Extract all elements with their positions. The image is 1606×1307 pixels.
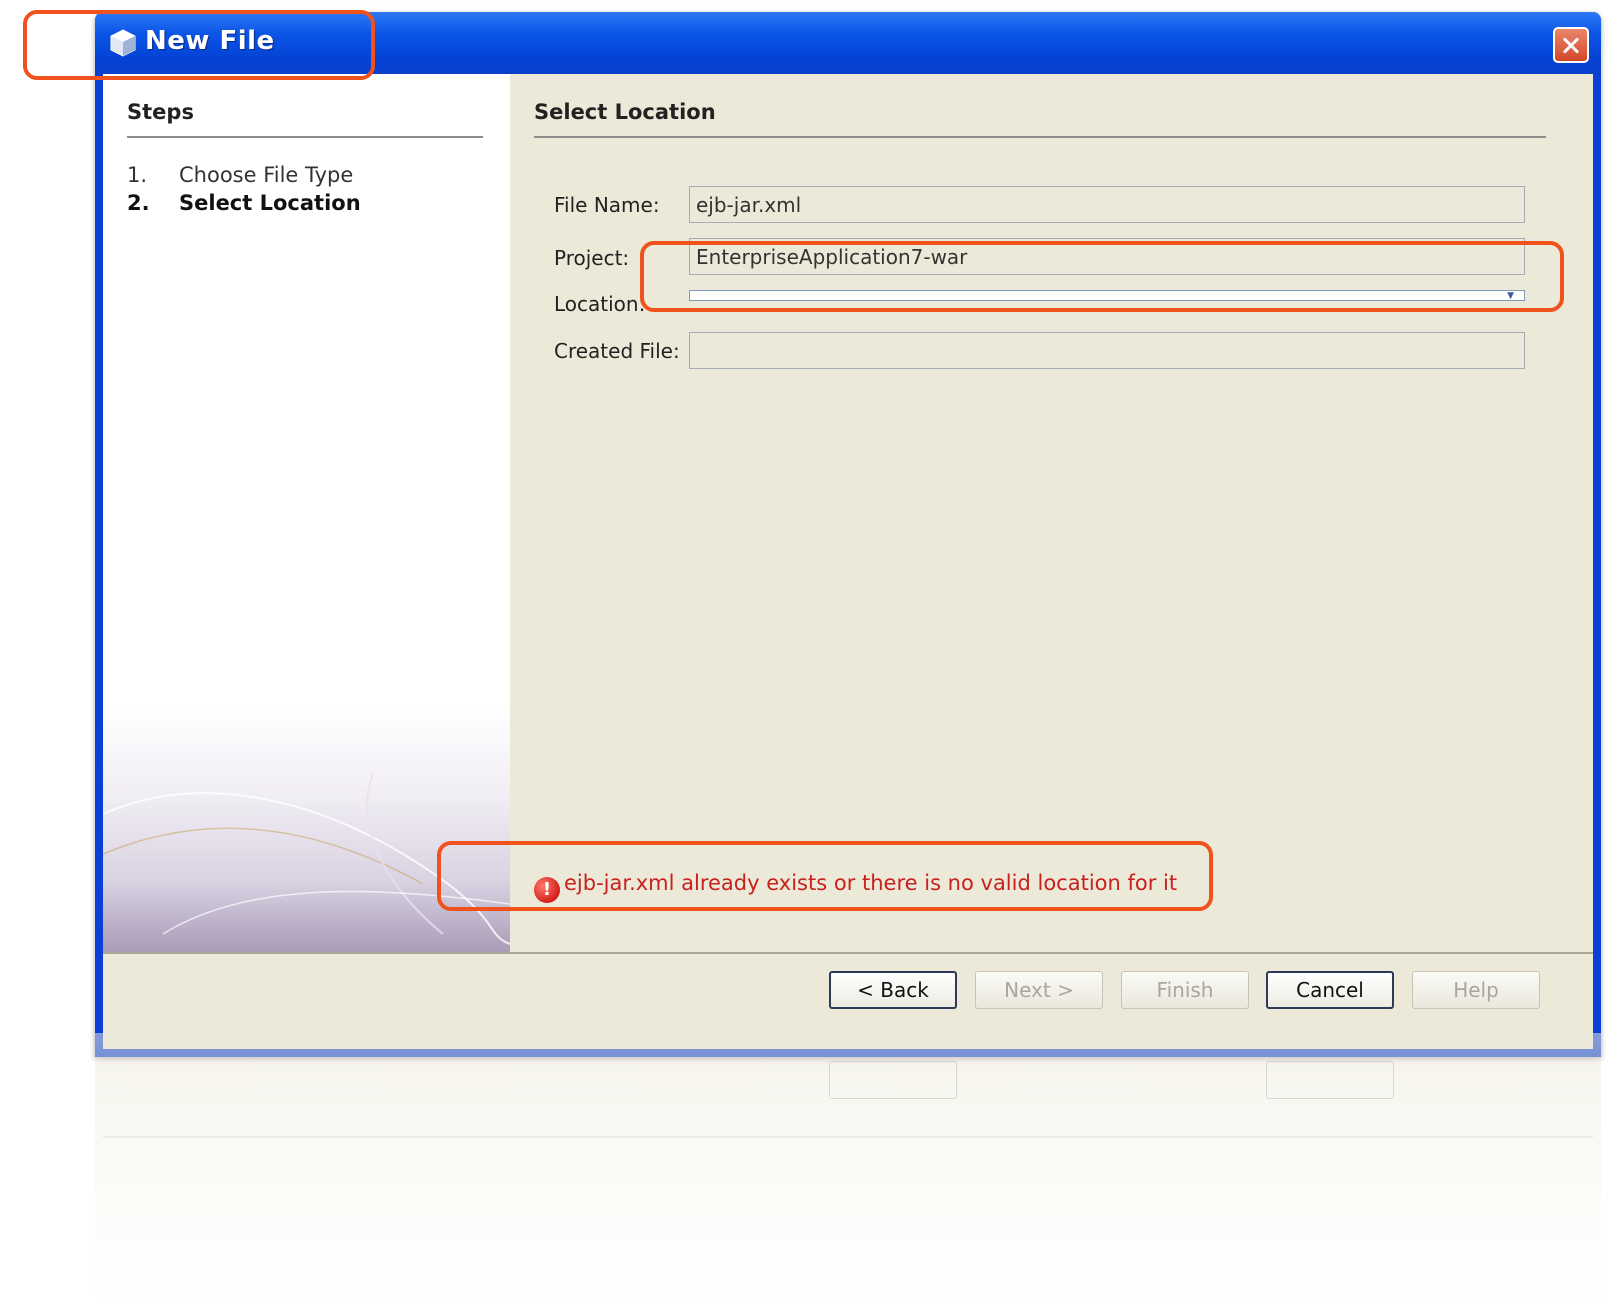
cancel-button[interactable]: Cancel	[1266, 971, 1394, 1009]
steps-panel: Steps 1. Choose File Type 2. Select Locati…	[103, 74, 510, 952]
location-label: Location:	[554, 292, 646, 316]
next-button[interactable]: Next >	[975, 971, 1103, 1009]
finish-button[interactable]: Finish	[1121, 971, 1249, 1009]
steps-heading: Steps	[127, 100, 194, 124]
step-choose-file-type: 1. Choose File Type	[127, 163, 353, 187]
window-reflection	[95, 1033, 1601, 1307]
callout-error-highlight	[437, 841, 1213, 911]
panel-heading: Select Location	[534, 100, 716, 124]
close-button[interactable]	[1553, 27, 1589, 63]
project-label: Project:	[554, 246, 630, 270]
step-number: 2.	[127, 191, 150, 215]
help-button[interactable]: Help	[1412, 971, 1540, 1009]
step-number: 1.	[127, 163, 148, 187]
reflection-shape	[103, 1136, 1593, 1138]
file-name-label: File Name:	[554, 193, 660, 217]
back-button[interactable]: < Back	[829, 971, 957, 1009]
steps-divider	[127, 136, 483, 138]
step-label: Select Location	[179, 191, 361, 215]
reflection-shape	[829, 1061, 957, 1099]
created-file-label: Created File:	[554, 339, 680, 363]
step-label: Choose File Type	[179, 163, 354, 187]
created-file-field	[689, 332, 1525, 369]
step-select-location: 2. Select Location	[127, 191, 361, 215]
callout-location-highlight	[640, 241, 1564, 312]
button-bar-divider	[103, 952, 1593, 954]
reflection-shape	[1266, 1061, 1394, 1099]
file-name-field[interactable]: ejb-jar.xml	[689, 186, 1525, 223]
panel-divider	[534, 136, 1546, 138]
callout-title-highlight	[23, 10, 375, 80]
